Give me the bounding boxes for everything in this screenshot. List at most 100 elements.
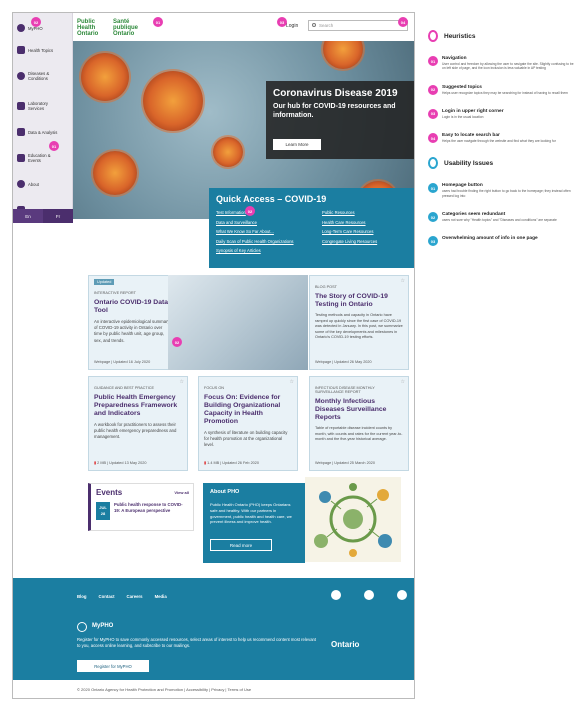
card-emergency[interactable]: ☆ Guidance and Best Practice Public Heal… (88, 376, 188, 471)
event-link[interactable]: Public health response to COVID-19: A Eu… (114, 502, 188, 514)
register-button[interactable]: Register for MyPHO (77, 660, 149, 672)
quick-link[interactable]: Daily Scan of Public Health Organization… (216, 237, 306, 247)
annotation-panel: Heuristics 01 Navigation User control an… (428, 30, 578, 255)
updated-badge: Updated (94, 279, 115, 285)
heuristic-item: 04 Easy to locate search bar Helps the u… (428, 133, 578, 144)
card-title[interactable]: Public Health Emergency Preparedness Fra… (94, 394, 182, 418)
learn-more-button[interactable]: Learn More (273, 139, 321, 150)
card-focus-on[interactable]: ☆ Focus On Focus On: Evidence for Buildi… (198, 376, 298, 471)
doctor-photo (168, 275, 308, 370)
flask-icon (17, 102, 25, 110)
quick-link[interactable]: Public Resources (322, 208, 412, 218)
sidebar-item-education[interactable]: Education & Events (13, 143, 72, 173)
graduation-icon (17, 154, 25, 162)
lang-en-button[interactable]: En (13, 209, 43, 223)
quick-link[interactable]: Test Information (216, 208, 306, 218)
sidebar-item-laboratory[interactable]: Laboratory Services (13, 91, 72, 121)
quick-link[interactable]: Data and Surveillance (216, 218, 306, 228)
sidebar-item-data[interactable]: Data & Analysis (13, 121, 72, 143)
search-input[interactable]: Search (308, 20, 408, 31)
sidebar-item-health-topics[interactable]: Health Topics (13, 39, 72, 61)
search-icon (312, 23, 316, 27)
usability-header: Usability Issues (428, 157, 578, 170)
card-tag: Focus On (204, 386, 225, 390)
quick-link[interactable]: Health Care Resources (322, 218, 412, 228)
facebook-icon[interactable] (331, 590, 341, 600)
language-switcher: En Fr (13, 209, 73, 223)
card-tag: Guidance and Best Practice (94, 386, 155, 390)
card-title[interactable]: The Story of COVID-19 Testing in Ontario (315, 293, 403, 309)
about-panel: About PHO Public Health Ontario (PHO) ke… (203, 483, 305, 563)
card-title[interactable]: Ontario COVID-19 Data Tool (94, 299, 170, 315)
card-desc: Testing methods and capacity in Ontario … (315, 313, 403, 340)
footer-link-blog[interactable]: Blog (77, 594, 87, 599)
health-illustration (305, 477, 401, 562)
heuristic-item: 01 Navigation User control and freedom b… (428, 56, 578, 71)
book-icon (17, 46, 25, 54)
footer-link-contact[interactable]: Contact (99, 594, 115, 599)
star-icon[interactable]: ☆ (401, 379, 405, 385)
sidebar-item-about[interactable]: About (13, 173, 72, 195)
heuristic-item: 03 Login in upper right corner Login is … (428, 108, 578, 119)
website-mockup: MyPHO Health Topics Diseases & Condition… (12, 12, 415, 699)
footer-link-media[interactable]: Media (155, 594, 167, 599)
sidebar-item-diseases[interactable]: Diseases & Conditions (13, 61, 72, 91)
login-link[interactable]: Login (286, 23, 298, 29)
annotation-pin: 02 (31, 17, 41, 27)
star-icon[interactable]: ☆ (290, 379, 294, 385)
sidebar: MyPHO Health Topics Diseases & Condition… (13, 13, 73, 223)
card-meta: ▮ 1.4 MB | Updated 26 Feb 2020 (204, 461, 260, 465)
search-placeholder: Search (319, 23, 334, 28)
user-icon (77, 622, 87, 632)
pho-logo[interactable]: Public Health Ontario Santé publique Ont… (77, 19, 147, 37)
footer-link-careers[interactable]: Careers (127, 594, 143, 599)
event-date: JUL 28 (96, 502, 110, 520)
hero-title: Coronavirus Disease 2019 (273, 88, 398, 99)
read-more-button[interactable]: Read more (210, 539, 272, 551)
info-icon (17, 180, 25, 188)
card-meta: Webpage | Updated 16 July 2020 (94, 360, 151, 364)
card-tag: Interactive Report (94, 291, 136, 295)
virus-image (93, 151, 137, 195)
card-title[interactable]: Monthly Infectious Diseases Surveillance… (315, 398, 403, 422)
quick-link[interactable]: Synopsis of Key Articles (216, 246, 306, 256)
virus-image (81, 53, 129, 101)
quick-link[interactable]: What We Know So Far About... (216, 227, 306, 237)
heuristics-header: Heuristics (428, 30, 578, 42)
card-title[interactable]: Focus On: Evidence for Building Organiza… (204, 394, 292, 426)
chart-icon (17, 128, 25, 136)
card-meta: ▮ 2 MB | Updated 13 May 2020 (94, 461, 147, 465)
quick-link[interactable]: Long-Term Care Resources (322, 227, 412, 237)
card-tag: Blog Post (315, 285, 337, 289)
issue-item: 03 Overwhelming amount of info in one pa… (428, 236, 578, 247)
star-icon[interactable]: ☆ (401, 278, 405, 284)
card-surveillance[interactable]: ☆ Infectious Disease Monthly Surveillanc… (309, 376, 409, 471)
annotation-pin: 02 (245, 206, 255, 216)
lang-fr-button[interactable]: Fr (43, 209, 73, 223)
quick-link[interactable]: Congregate Living Resources (322, 237, 412, 247)
social-links (331, 590, 414, 600)
card-desc: An interactive epidemiological summary o… (94, 319, 170, 343)
issue-item: 01 Homepage button users had trouble fin… (428, 183, 578, 198)
linkedin-icon[interactable] (364, 590, 374, 600)
footer: Blog Contact Careers Media MyPHO Registe… (13, 578, 414, 680)
footer-nav: Blog Contact Careers Media (77, 594, 167, 599)
star-icon[interactable]: ☆ (180, 379, 184, 385)
events-panel: Events View all JUL 28 Public health resp… (88, 483, 194, 531)
annotation-pin: 04 (398, 17, 408, 27)
quick-access-title: Quick Access – COVID-19 (216, 194, 327, 204)
sidebar-item-mypho[interactable]: MyPHO (13, 17, 72, 39)
logo-en: Public Health Ontario (77, 19, 99, 37)
ontario-logo[interactable]: Ontario (331, 640, 359, 649)
virus-image (143, 71, 203, 131)
issue-item: 02 Categories seem redundant users not s… (428, 212, 578, 223)
view-all-link[interactable]: View all (174, 490, 189, 495)
card-desc: A synthesis of literature on building ca… (204, 430, 288, 448)
youtube-icon[interactable] (397, 590, 407, 600)
logo-fr: Santé publique Ontario (113, 19, 138, 37)
annotation-pin: 03 (277, 17, 287, 27)
card-testing-story[interactable]: ☆ Blog Post The Story of COVID-19 Testin… (309, 275, 409, 370)
user-icon (17, 24, 25, 32)
map-pin-icon (428, 157, 438, 170)
annotation-pin: 02 (172, 337, 182, 347)
